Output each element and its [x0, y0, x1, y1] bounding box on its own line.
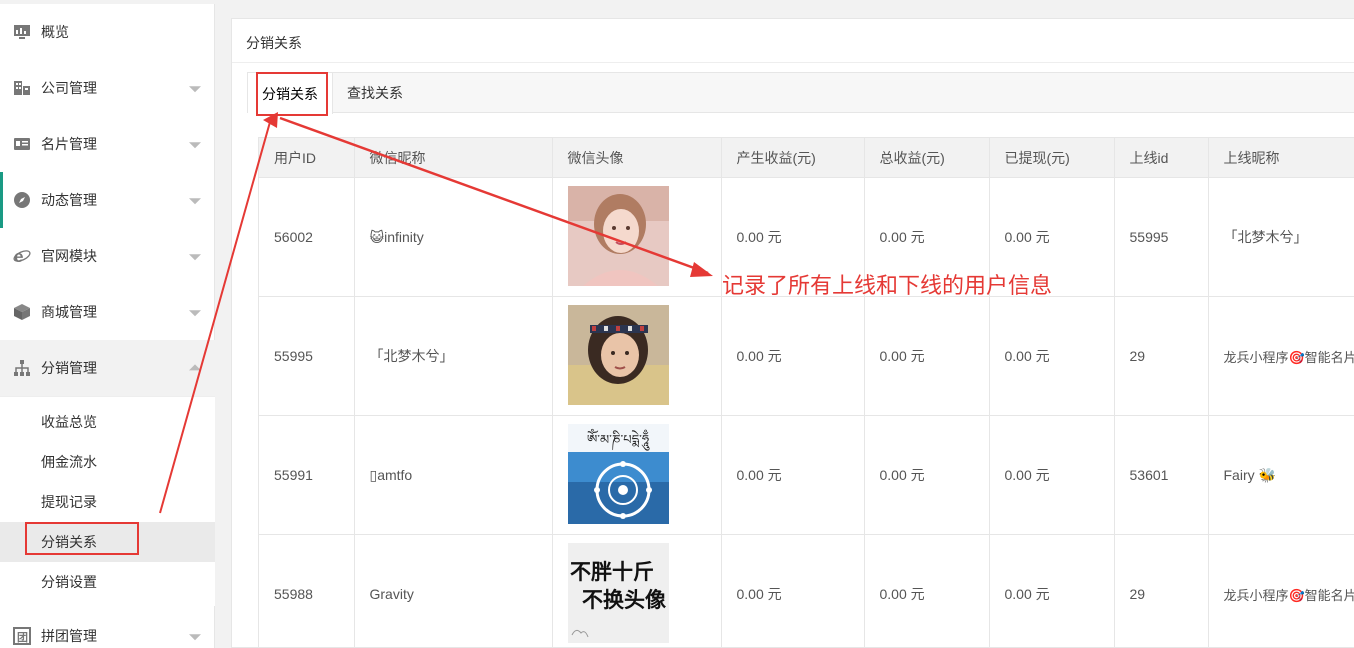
app-root: 概览 公司管理 名片管理 动态管理 e 官网模块 商城管理 分销管理 收益总览 … [0, 0, 1354, 648]
arrowhead-icon [690, 262, 713, 277]
annotation-arrows [159, 112, 713, 514]
arrowhead-icon [263, 112, 278, 128]
annotation-text: 记录了所有上线和下线的用户信息 [722, 273, 1053, 298]
arrow-to-text [279, 116, 709, 275]
arrow-to-tab [159, 121, 271, 514]
